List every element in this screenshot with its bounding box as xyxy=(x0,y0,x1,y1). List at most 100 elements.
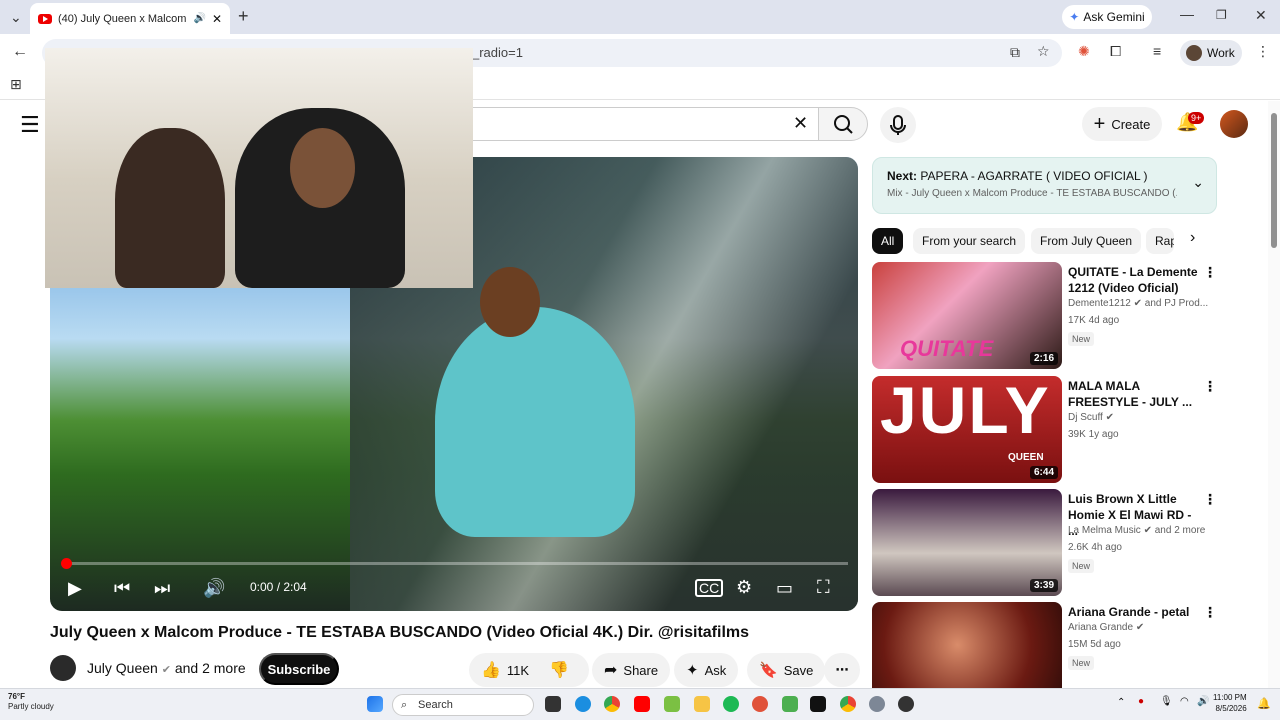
dislike-icon[interactable]: 👎 xyxy=(549,660,569,680)
settings-gear-icon[interactable]: ⚙ xyxy=(736,577,752,598)
recommendation-menu-icon[interactable]: ⋮ xyxy=(1203,264,1217,281)
like-count[interactable]: 11K xyxy=(507,663,529,678)
tab-search-chevron-icon[interactable]: ⌄ xyxy=(10,9,22,26)
terminal-icon[interactable] xyxy=(810,696,826,712)
volume-icon[interactable]: 🔊 xyxy=(203,578,225,599)
captions-icon[interactable]: CC xyxy=(695,579,724,597)
volume-tray-icon[interactable]: 🔊 xyxy=(1197,696,1209,707)
subscribe-button[interactable]: Subscribe xyxy=(259,653,339,685)
account-avatar[interactable] xyxy=(1220,110,1248,138)
recommendation-channel[interactable]: La Melma Music xyxy=(1068,525,1141,536)
recommendation-title[interactable]: QUITATE - La Demente 1212 (Video Oficial… xyxy=(1068,264,1198,296)
ask-gemini-button[interactable]: ✦ Ask Gemini xyxy=(1062,5,1152,29)
recommendation-thumbnail[interactable]: JULY QUEEN 6:44 xyxy=(872,376,1062,483)
page-scrollbar[interactable] xyxy=(1268,101,1280,688)
recommendation-item[interactable]: QUITATE 2:16 QUITATE - La Demente 1212 (… xyxy=(872,262,1217,369)
recommendation-item[interactable]: 3:39 Luis Brown X Little Homie X El Mawi… xyxy=(872,489,1217,596)
extensions-puzzle-icon[interactable]: ⧠ xyxy=(1110,43,1121,60)
clear-search-icon[interactable]: ✕ xyxy=(793,113,808,134)
app-icon[interactable] xyxy=(664,696,680,712)
like-icon[interactable]: 👍 xyxy=(481,660,501,680)
chrome-icon[interactable] xyxy=(604,696,620,712)
recommendation-channel[interactable]: Ariana Grande xyxy=(1068,622,1133,633)
chips-next-arrow-icon[interactable]: › xyxy=(1190,229,1195,247)
theater-mode-icon[interactable]: ▭ xyxy=(776,578,793,599)
recommendation-title[interactable]: Ariana Grande - petal xyxy=(1068,604,1198,620)
folder-icon[interactable] xyxy=(694,696,710,712)
recommendation-title[interactable]: MALA MALA FREESTYLE - JULY ... xyxy=(1068,378,1198,410)
recommendation-menu-icon[interactable]: ⋮ xyxy=(1203,604,1217,621)
app-icon[interactable] xyxy=(898,696,914,712)
hamburger-menu-icon[interactable]: ☰ xyxy=(20,112,40,138)
search-button[interactable] xyxy=(818,107,868,141)
bookmark-star-icon[interactable]: ☆ xyxy=(1037,43,1050,60)
taskbar-clock[interactable]: 11:00 PM 8/5/2026 xyxy=(1213,692,1247,714)
taskbar-search-input[interactable]: ⌕ Search xyxy=(392,694,534,716)
close-tab-icon[interactable]: ✕ xyxy=(212,12,222,26)
previous-icon[interactable]: ⏮ xyxy=(114,578,130,599)
profile-button[interactable]: Work xyxy=(1180,40,1242,66)
recommendation-item[interactable]: JULY QUEEN 6:44 MALA MALA FREESTYLE - JU… xyxy=(872,376,1217,483)
chrome-icon[interactable] xyxy=(840,696,856,712)
next-icon[interactable]: ⏭ xyxy=(154,578,170,599)
tray-overflow-icon[interactable]: ⌃ xyxy=(1117,697,1125,708)
channel-more-label[interactable]: and 2 more xyxy=(175,660,246,676)
minimize-icon[interactable]: — xyxy=(1180,6,1194,22)
recommendation-thumbnail[interactable] xyxy=(872,602,1062,688)
fullscreen-icon[interactable]: ⛶ xyxy=(817,577,830,598)
notification-center-icon[interactable]: 🔔 xyxy=(1257,697,1271,710)
like-dislike-group: 👍 11K 👎 xyxy=(469,653,589,687)
scrollbar-thumb[interactable] xyxy=(1271,113,1277,248)
more-actions-icon[interactable]: ⋯ xyxy=(824,653,860,687)
wifi-icon[interactable]: ◠ xyxy=(1180,696,1189,707)
channel-avatar[interactable] xyxy=(50,655,76,681)
browser-tab[interactable]: (40) July Queen x Malcom P 🔊 ✕ xyxy=(30,3,230,34)
recommendation-channel[interactable]: Dj Scuff xyxy=(1068,412,1103,423)
claude-app-icon[interactable] xyxy=(752,696,768,712)
settings-icon[interactable] xyxy=(869,696,885,712)
back-arrow-icon[interactable]: ← xyxy=(12,43,28,61)
file-explorer-icon[interactable] xyxy=(545,696,561,712)
channel-label[interactable]: July Queen xyxy=(87,660,158,676)
next-mix-title: Mix - July Queen x Malcom Produce - TE E… xyxy=(887,188,1177,199)
create-button[interactable]: + Create xyxy=(1082,107,1162,141)
weather-widget[interactable]: 76°F Partly cloudy xyxy=(8,692,54,712)
close-window-icon[interactable]: ✕ xyxy=(1255,7,1267,24)
thumbnail-overlay-text: QUEEN xyxy=(1008,452,1044,463)
progress-scrubber-handle[interactable] xyxy=(61,558,72,569)
recommendation-menu-icon[interactable]: ⋮ xyxy=(1203,378,1217,395)
edge-icon[interactable] xyxy=(575,696,591,712)
channel-name[interactable]: July Queen ✔ and 2 more xyxy=(87,660,246,676)
tray-app-icon[interactable]: ● xyxy=(1138,696,1144,707)
recommendation-item[interactable]: Ariana Grande - petal Ariana Grande ✔ 15… xyxy=(872,602,1217,688)
new-tab-button[interactable]: + xyxy=(238,6,249,27)
expand-chevron-icon[interactable]: ⌄ xyxy=(1192,174,1204,191)
recommendation-thumbnail[interactable]: 3:39 xyxy=(872,489,1062,596)
chip-from-search[interactable]: From your search xyxy=(913,228,1026,254)
ask-button[interactable]: ✦ Ask xyxy=(674,653,739,687)
extension-claude-icon[interactable]: ✺ xyxy=(1078,43,1090,60)
up-next-panel[interactable]: Next: PAPERA - AGARRATE ( VIDEO OFICIAL … xyxy=(872,157,1217,214)
share-button[interactable]: ➦ Share xyxy=(592,653,671,687)
chip-all[interactable]: All xyxy=(872,228,904,254)
video-progress-bar[interactable] xyxy=(61,558,848,569)
browser-menu-icon[interactable]: ⋮ xyxy=(1256,43,1270,60)
restore-icon[interactable]: ❐ xyxy=(1216,8,1227,22)
media-control-icon[interactable]: ≡ xyxy=(1153,43,1161,59)
recommendation-menu-icon[interactable]: ⋮ xyxy=(1203,491,1217,508)
chip-from-channel[interactable]: From July Queen xyxy=(1031,228,1142,254)
spotify-icon[interactable] xyxy=(723,696,739,712)
play-icon[interactable]: ▶ xyxy=(68,578,82,599)
voice-search-button[interactable] xyxy=(880,107,916,143)
recommendation-thumbnail[interactable]: QUITATE 2:16 xyxy=(872,262,1062,369)
install-app-icon[interactable]: ⧉ xyxy=(1010,44,1020,61)
app-icon[interactable] xyxy=(782,696,798,712)
save-button[interactable]: 🔖 Save xyxy=(747,653,826,687)
tray-mic-icon[interactable]: 🎙 xyxy=(1160,696,1173,707)
chip-rap[interactable]: Rap xyxy=(1146,228,1174,254)
windows-start-icon[interactable] xyxy=(367,696,383,712)
youtube-app-icon[interactable] xyxy=(634,696,650,712)
recommendation-channel[interactable]: Demente1212 xyxy=(1068,298,1131,309)
apps-grid-icon[interactable]: ⊞ xyxy=(10,76,22,93)
speaker-icon: 🔊 xyxy=(193,13,206,24)
